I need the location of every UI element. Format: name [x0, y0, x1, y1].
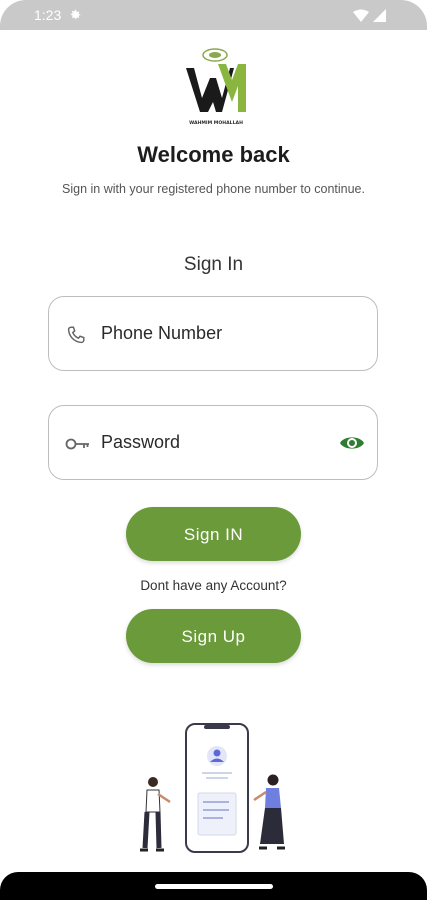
eye-icon[interactable]	[339, 433, 365, 458]
logo-brand-text: WAHMIM MOHALLAH	[189, 120, 243, 126]
password-input[interactable]	[101, 432, 321, 453]
gear-icon	[68, 8, 82, 27]
page-subtitle: Sign in with your registered phone numbe…	[62, 182, 365, 196]
key-icon	[65, 433, 91, 460]
page-title: Welcome back	[137, 142, 290, 167]
home-gesture-handle[interactable]	[155, 884, 273, 889]
phone-field[interactable]	[48, 296, 378, 371]
wm-logo-icon: WAHMIM MOHALLAH	[184, 46, 248, 130]
status-icons	[353, 9, 387, 28]
sign-up-button[interactable]: Sign Up	[126, 609, 301, 663]
phone-icon	[65, 324, 87, 351]
phone-input[interactable]	[101, 323, 321, 344]
status-bar: 1:23	[0, 0, 427, 30]
form-heading: Sign In	[183, 254, 244, 275]
no-account-text: Dont have any Account?	[140, 578, 287, 593]
login-illustration	[128, 716, 308, 856]
wifi-icon	[353, 9, 369, 22]
status-time: 1:23	[34, 7, 62, 23]
password-field[interactable]	[48, 405, 378, 480]
sign-in-button[interactable]: Sign IN	[126, 507, 301, 561]
signal-icon	[373, 9, 386, 22]
device-screen: 1:23 WAHMIM MOHALLAH Welcome back Sign i…	[0, 0, 427, 900]
